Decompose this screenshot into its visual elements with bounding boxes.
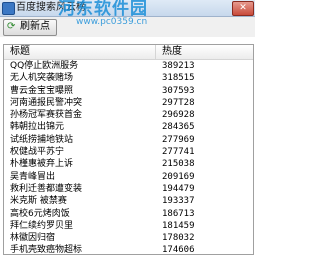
column-header-title[interactable]: 标题 xyxy=(10,46,30,58)
title-bar: 百度搜索风云榜 ✕ xyxy=(0,0,255,17)
row-title: 孙杨冠军赛获首金 xyxy=(10,110,83,121)
row-title: 手机壳致癌物超标 xyxy=(10,245,83,255)
table-row[interactable]: 救利迁善都遭变装 194479 xyxy=(4,183,253,195)
table-row[interactable]: 手机壳致癌物超标 174606 xyxy=(4,244,253,255)
row-title: 高校6元烤肉饭 xyxy=(10,208,70,219)
table-row[interactable]: 朴槿惠被弃上诉 215038 xyxy=(4,158,253,170)
table-row[interactable]: 拜仁续约罗贝里 181459 xyxy=(4,220,253,232)
table-row[interactable]: 曹云金宝宝曝照 307593 xyxy=(4,85,253,97)
row-title: QQ停止欧洲服务 xyxy=(10,61,79,71)
row-title: 韩朝拉出锦元 xyxy=(10,122,65,133)
table-row[interactable]: 林徽因归宿 178032 xyxy=(4,232,253,244)
row-heat: 307593 xyxy=(162,85,195,96)
hot-search-table[interactable]: 标题 热度 QQ停止欧洲服务 389213 无人机突袭赌场 318515 曹云金宝宝曝照… xyxy=(3,44,254,255)
table-row[interactable]: 吴青峰冒出 209169 xyxy=(4,171,253,183)
row-heat: 284365 xyxy=(162,122,195,133)
table-row[interactable]: 米克斯 被禁赛 193337 xyxy=(4,195,253,207)
app-window: 百度搜索风云榜 ✕ ⟳ 刷新点 河东软件园 www.pc0359.cn 标题 热… xyxy=(0,0,255,255)
row-heat: 389213 xyxy=(162,61,195,71)
column-header-heat[interactable]: 热度 xyxy=(162,46,182,58)
table-header: 标题 热度 xyxy=(4,45,253,60)
table-row[interactable]: 试纸捞捕地铁站 277969 xyxy=(4,134,253,146)
column-divider[interactable] xyxy=(155,45,156,59)
refresh-label: 刷新点 xyxy=(20,21,50,32)
row-title: 权健战平苏宁 xyxy=(10,147,65,158)
row-heat: 181459 xyxy=(162,220,195,231)
row-heat: 277969 xyxy=(162,134,195,145)
table-row[interactable]: 权健战平苏宁 277741 xyxy=(4,146,253,158)
refresh-button[interactable]: ⟳ 刷新点 xyxy=(3,19,57,36)
row-heat: 277741 xyxy=(162,147,195,158)
row-heat: 296928 xyxy=(162,110,195,121)
row-title: 吴青峰冒出 xyxy=(10,171,56,182)
app-icon xyxy=(2,2,15,15)
row-title: 米克斯 被禁赛 xyxy=(10,196,67,207)
row-heat: 193337 xyxy=(162,196,195,207)
row-heat: 318515 xyxy=(162,73,195,84)
row-title: 曹云金宝宝曝照 xyxy=(10,85,74,96)
table-row[interactable]: 高校6元烤肉饭 186713 xyxy=(4,208,253,220)
row-heat: 297T28 xyxy=(162,97,195,108)
row-heat: 174606 xyxy=(162,245,195,255)
row-title: 无人机突袭赌场 xyxy=(10,73,74,84)
table-row[interactable]: 韩朝拉出锦元 284365 xyxy=(4,121,253,133)
row-title: 河南通报民警冲突 xyxy=(10,97,83,108)
row-heat: 186713 xyxy=(162,208,195,219)
refresh-icon: ⟳ xyxy=(7,21,16,32)
row-title: 林徽因归宿 xyxy=(10,233,56,244)
table-row[interactable]: QQ停止欧洲服务 389213 xyxy=(4,60,253,72)
window-title: 百度搜索风云榜 xyxy=(16,2,86,13)
toolbar: ⟳ 刷新点 xyxy=(0,17,255,37)
row-heat: 178032 xyxy=(162,233,195,244)
row-title: 救利迁善都遭变装 xyxy=(10,183,83,194)
row-title: 试纸捞捕地铁站 xyxy=(10,134,74,145)
row-heat: 194479 xyxy=(162,183,195,194)
row-title: 拜仁续约罗贝里 xyxy=(10,220,74,231)
row-heat: 215038 xyxy=(162,159,195,170)
table-row[interactable]: 河南通报民警冲突 297T28 xyxy=(4,97,253,109)
row-title: 朴槿惠被弃上诉 xyxy=(10,159,74,170)
row-heat: 209169 xyxy=(162,171,195,182)
table-row[interactable]: 无人机突袭赌场 318515 xyxy=(4,72,253,84)
table-row[interactable]: 孙杨冠军赛获首金 296928 xyxy=(4,109,253,121)
table-body: QQ停止欧洲服务 389213 无人机突袭赌场 318515 曹云金宝宝曝照 307593… xyxy=(4,60,253,255)
close-button[interactable]: ✕ xyxy=(232,1,254,16)
